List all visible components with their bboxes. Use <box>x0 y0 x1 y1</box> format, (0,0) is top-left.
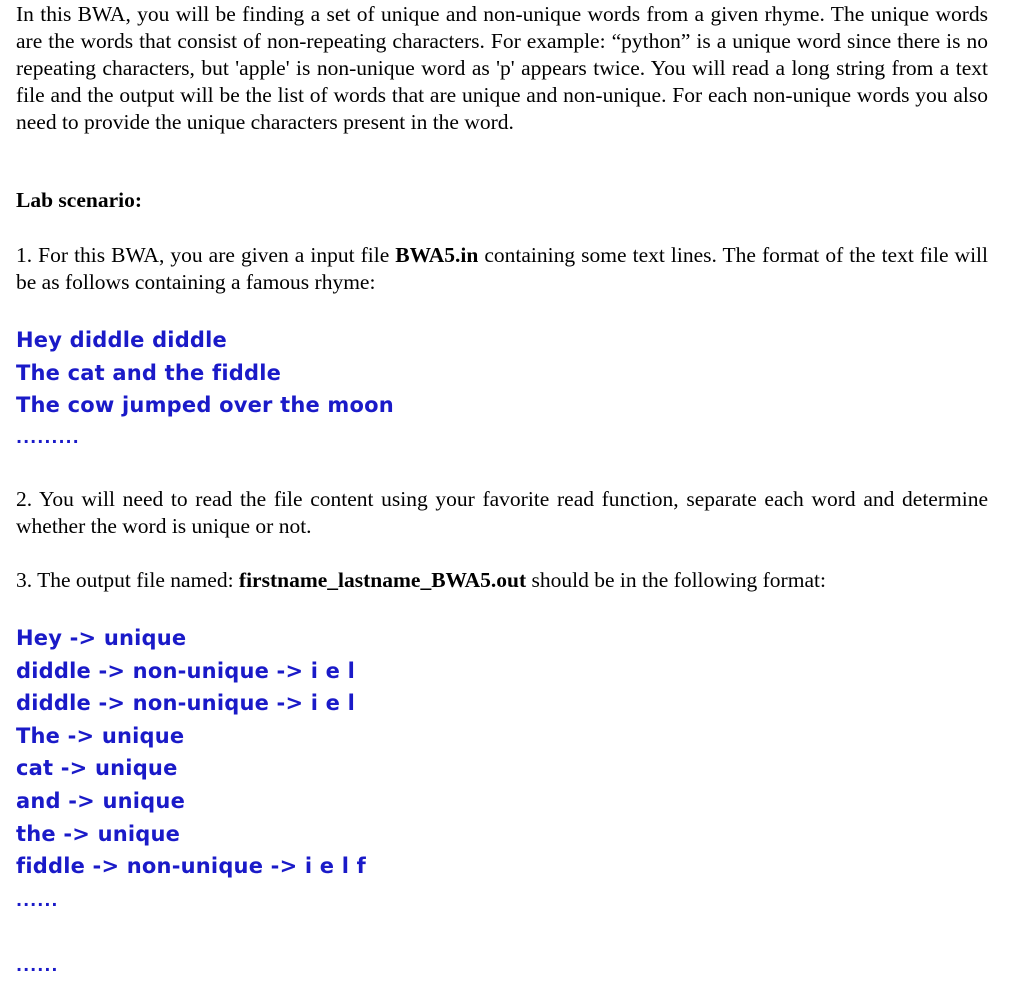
output-line: the -> unique <box>16 821 181 846</box>
output-line: Hey -> unique <box>16 626 187 650</box>
output-line: fiddle -> non-unique -> i e l f <box>16 854 366 879</box>
output-filename: firstname_lastname_BWA5.out <box>238 568 527 592</box>
rhyme-ellipsis: ......... <box>16 428 80 447</box>
output-ellipsis: ...... <box>16 891 59 910</box>
input-filename: BWA5.in <box>395 243 479 267</box>
step-1-paragraph: 1. For this BWA, you are given a input f… <box>16 242 988 296</box>
output-line: diddle -> non-unique -> i e l <box>16 691 356 716</box>
intro-paragraph: In this BWA, you will be finding a set o… <box>16 2 988 134</box>
output-line: and -> unique <box>16 788 186 813</box>
step-1-text: 1. For this BWA, you are given a input f… <box>16 243 396 267</box>
rhyme-line: Hey diddle diddle <box>16 328 228 352</box>
step-3-text-cont: should be in the following format: <box>526 568 826 592</box>
output-line: cat -> unique <box>16 756 178 781</box>
rhyme-line: The cat and the fiddle <box>16 360 282 385</box>
output-ellipsis: ...... <box>16 956 59 975</box>
rhyme-block: Hey diddle diddle The cat and the fiddle… <box>16 324 394 422</box>
rhyme-line: The cow jumped over the moon <box>16 393 394 418</box>
output-block: Hey -> unique diddle -> non-unique -> i … <box>16 622 366 883</box>
step-2-paragraph: 2. You will need to read the file conten… <box>16 487 988 538</box>
output-line: The -> unique <box>16 723 185 748</box>
output-line: diddle -> non-unique -> i e l <box>16 658 356 683</box>
lab-scenario-heading: Lab scenario: <box>16 188 143 212</box>
step-3-text: 3. The output file named: <box>16 568 239 592</box>
step-3-paragraph: 3. The output file named: firstname_last… <box>16 567 988 594</box>
